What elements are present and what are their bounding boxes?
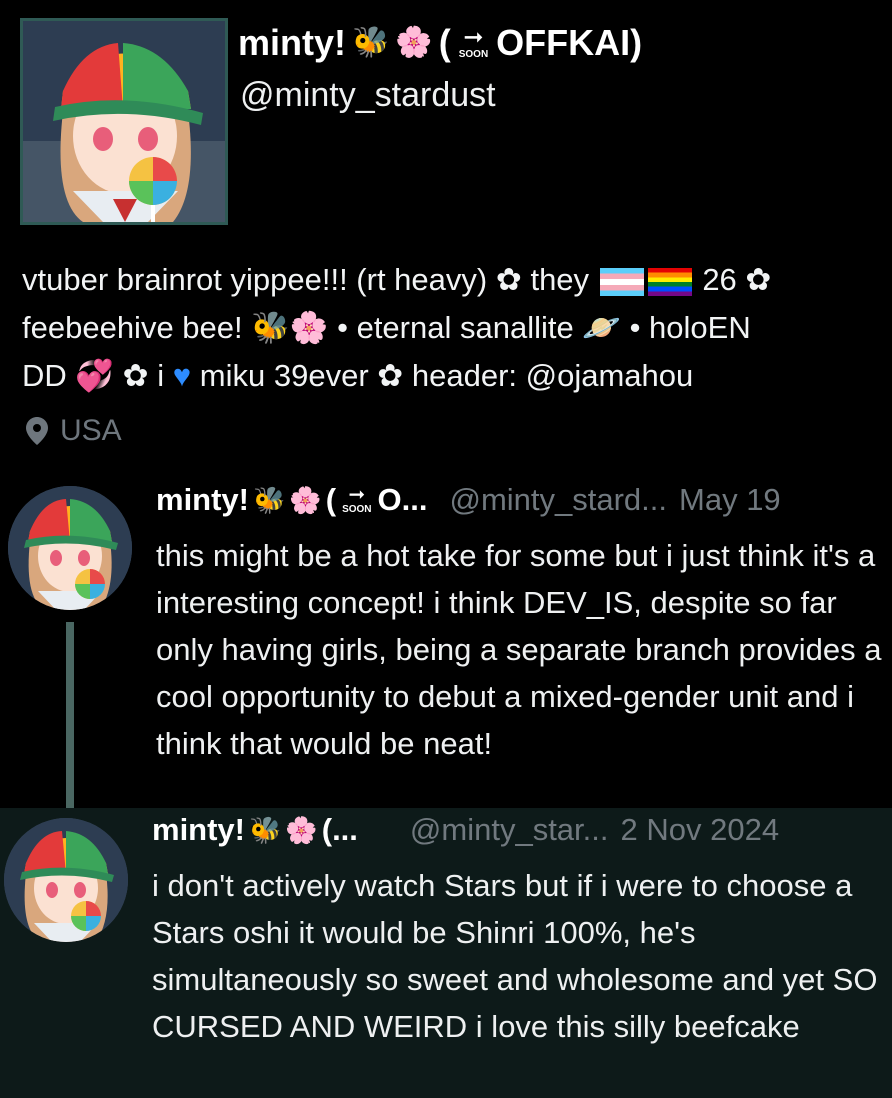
bio-text: miku 39ever	[199, 358, 369, 393]
post-text: this might be a hot take for some but i …	[156, 538, 882, 761]
cherry-blossom-icon: 🌸	[289, 485, 322, 515]
name-paren: (	[325, 482, 337, 517]
post-header: minty! 🐝 🌸 (... @minty_star... 2 Nov 202…	[152, 812, 779, 848]
profile-bio: vtuber brainrot yippee!!! (rt heavy) ✿ t…	[22, 256, 872, 400]
soon-arrow-icon: ➞ SOON	[458, 24, 489, 60]
avatar[interactable]	[8, 486, 132, 610]
post-date[interactable]: May 19	[679, 482, 781, 518]
display-name-text: minty!	[238, 22, 346, 63]
bio-text: they	[530, 262, 590, 297]
post-author-name[interactable]: minty! 🐝 🌸 ( ➞ SOON O...	[156, 482, 427, 518]
bio-text: vtuber brainrot yippee!!! (rt heavy)	[22, 262, 488, 297]
blue-heart-icon: ♥	[172, 358, 192, 393]
bee-icon: 🐝	[253, 485, 286, 515]
post-author-tail: (...	[321, 812, 358, 847]
bio-text: 26	[702, 262, 737, 297]
offkai-text: OFFKAI)	[496, 22, 643, 63]
post-author-tail: O...	[377, 482, 428, 517]
post-item[interactable]: minty! 🐝 🌸 ( ➞ SOON O... @minty_stard...…	[0, 470, 892, 810]
post-author-text: minty!	[152, 812, 245, 847]
bio-text: feebeehive bee!	[22, 310, 243, 345]
soon-label: SOON	[342, 504, 372, 515]
thread-line	[66, 622, 74, 810]
name-paren: (	[438, 22, 451, 63]
bio-text: • eternal sanallite	[337, 310, 574, 345]
avatar[interactable]	[4, 818, 128, 942]
soon-label: SOON	[458, 49, 489, 60]
post-header: minty! 🐝 🌸 ( ➞ SOON O... @minty_stard...…	[156, 482, 781, 518]
soon-arrow-icon: ➞ SOON	[342, 484, 372, 515]
display-name: minty! 🐝 🌸 ( ➞ SOON OFFKAI)	[238, 22, 642, 64]
bee-icon: 🐝	[251, 310, 290, 345]
bio-text: i	[157, 358, 165, 393]
profile-location: USA	[26, 414, 122, 448]
post-handle[interactable]: @minty_star...	[410, 812, 609, 848]
flower-icon: ✿	[377, 358, 404, 393]
flower-icon: ✿	[122, 358, 149, 393]
bio-text: • holoEN	[629, 310, 751, 345]
post-date[interactable]: 2 Nov 2024	[621, 812, 780, 848]
post-item[interactable]: minty! 🐝 🌸 (... @minty_star... 2 Nov 202…	[0, 808, 892, 1098]
profile-avatar[interactable]	[20, 18, 228, 225]
bio-header-credit[interactable]: header: @ojamahou	[412, 358, 693, 393]
post-text: i don't actively watch Stars but if i we…	[152, 868, 878, 1044]
flower-icon: ✿	[495, 262, 522, 297]
cherry-blossom-icon: 🌸	[395, 26, 433, 59]
post-author-text: minty!	[156, 482, 249, 517]
cherry-blossom-icon: 🌸	[289, 310, 329, 345]
pride-flag-icon	[647, 267, 692, 296]
post-author-name[interactable]: minty! 🐝 🌸 (...	[152, 812, 358, 848]
trans-flag-icon	[599, 267, 644, 296]
post-handle[interactable]: @minty_stard...	[449, 482, 667, 518]
flower-icon: ✿	[745, 262, 772, 297]
location-pin-icon	[26, 417, 48, 445]
location-text: USA	[60, 414, 122, 447]
profile-handle: @minty_stardust	[240, 76, 496, 114]
bee-icon: 🐝	[249, 815, 282, 845]
planet-icon: 🪐	[582, 310, 621, 345]
cherry-blossom-icon: 🌸	[285, 815, 318, 845]
bio-text: DD	[22, 358, 67, 393]
hearts-icon: 💞	[75, 358, 115, 393]
bee-icon: 🐝	[352, 26, 390, 59]
